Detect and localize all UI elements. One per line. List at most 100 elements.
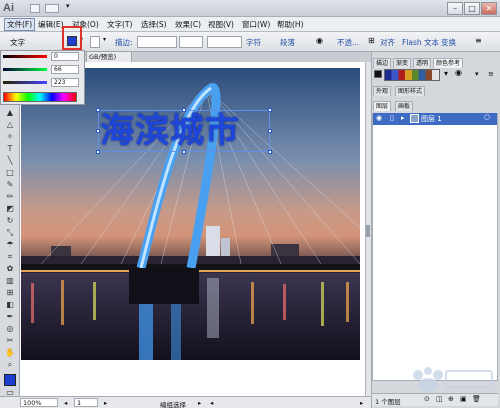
transform-link[interactable]: 变换 [441, 37, 456, 48]
rectangle-tool-icon[interactable]: □ [4, 168, 16, 178]
visibility-eye-icon[interactable]: ◉ [376, 114, 382, 122]
harmony-dropdown-icon[interactable]: ▾ [444, 69, 448, 78]
style-dropdown[interactable] [179, 36, 203, 48]
menu-effect[interactable]: 效果(C) [175, 19, 201, 30]
menu-file[interactable]: 文件(F) [4, 18, 36, 31]
stroke-weight-field[interactable] [137, 36, 177, 48]
free-transform-tool-icon[interactable]: ⌗ [4, 252, 16, 262]
fill-color-icon[interactable] [4, 374, 16, 386]
menu-help[interactable]: 帮助(H) [277, 19, 304, 30]
green-value[interactable]: 66 [51, 65, 79, 74]
warp-tool-icon[interactable]: ☂ [4, 240, 16, 250]
color-spectrum-bar[interactable] [3, 92, 77, 102]
gradient-tool-icon[interactable]: ◧ [4, 300, 16, 310]
hand-tool-icon[interactable]: ✋ [4, 348, 16, 358]
brush-tool-icon[interactable]: ✎ [4, 180, 16, 190]
arrange-docs-icon[interactable] [45, 4, 59, 13]
menu-type[interactable]: 文字(T) [107, 19, 132, 30]
pencil-tool-icon[interactable]: ✏ [4, 192, 16, 202]
red-value[interactable]: 0 [51, 52, 79, 61]
status-menu-icon[interactable]: ▸ [198, 399, 201, 407]
document-tab[interactable]: GB/预览) [86, 51, 132, 62]
rotate-tool-icon[interactable]: ↻ [4, 216, 16, 226]
menu-select[interactable]: 选择(S) [141, 19, 167, 30]
lock-toggle-icon[interactable]: ▯ [390, 114, 394, 122]
blend-tool-icon[interactable]: ◎ [4, 324, 16, 334]
base-color-swatch[interactable] [374, 70, 382, 78]
tab-layers[interactable]: 图层 [373, 101, 392, 111]
line-tool-icon[interactable]: ╲ [4, 156, 16, 166]
opacity-link[interactable]: 不透... [337, 37, 359, 48]
trash-icon[interactable]: 🗑 [472, 395, 481, 403]
blue-value[interactable]: 223 [51, 78, 79, 87]
panel-menu-icon[interactable]: ≡ [488, 70, 494, 78]
layer-name[interactable]: 图层 1 [421, 114, 442, 124]
blue-slider[interactable] [3, 81, 47, 84]
tab-color-guide[interactable]: 颜色参考 [433, 58, 464, 68]
red-slider[interactable] [3, 55, 47, 58]
selection-handle[interactable] [182, 108, 186, 112]
zoom-tool-icon[interactable]: ⌕ [4, 360, 16, 370]
menu-window[interactable]: 窗口(W) [242, 19, 270, 30]
stroke-color-swatch[interactable] [90, 36, 100, 48]
selection-handle[interactable] [182, 150, 186, 154]
magic-wand-tool-icon[interactable]: ✧ [4, 132, 16, 142]
graph-tool-icon[interactable]: ▥ [4, 276, 16, 286]
zoom-field[interactable]: 100% [20, 398, 58, 407]
eraser-tool-icon[interactable]: ◩ [4, 204, 16, 214]
target-circle-icon[interactable]: ○ [484, 113, 490, 121]
direct-select-tool-icon[interactable]: △ [4, 120, 16, 130]
selection-handle[interactable] [96, 129, 100, 133]
selection-handle[interactable] [268, 150, 272, 154]
tab-gradient[interactable]: 渐变 [393, 58, 412, 68]
scissors-tool-icon[interactable]: ✂ [4, 336, 16, 346]
clipping-mask-icon[interactable]: ◫ [436, 395, 443, 403]
flash-text-link[interactable]: Flash 文本 [402, 37, 439, 48]
para-panel-link[interactable]: 段落 [280, 37, 295, 48]
selection-handle[interactable] [96, 150, 100, 154]
scale-tool-icon[interactable]: ⤡ [4, 228, 16, 238]
tab-graphic-styles[interactable]: 图形样式 [395, 86, 426, 96]
type-tool-icon[interactable]: T [4, 144, 16, 154]
align-icon[interactable]: ⊞ [368, 36, 375, 45]
close-button[interactable]: ✕ [481, 2, 497, 15]
page-field[interactable]: 1 [74, 398, 98, 407]
bridge-icon[interactable] [30, 4, 40, 13]
tab-artboards[interactable]: 画板 [395, 101, 414, 111]
tab-transparency[interactable]: 透明 [413, 58, 432, 68]
chevron-down-icon[interactable]: ▾ [475, 70, 479, 78]
locate-object-icon[interactable]: ⊙ [424, 395, 430, 403]
chevron-down-icon[interactable]: ▾ [66, 2, 70, 10]
menu-view[interactable]: 视图(V) [208, 19, 234, 30]
green-slider[interactable] [3, 68, 47, 71]
mesh-tool-icon[interactable]: ⊞ [4, 288, 16, 298]
chevron-down-icon[interactable]: ▾ [103, 36, 106, 43]
recolor-icon[interactable]: ◉ [316, 36, 323, 45]
prev-page-icon[interactable]: ◂ [64, 399, 67, 407]
eyedropper-tool-icon[interactable]: ✒ [4, 312, 16, 322]
color-guide-swatches[interactable] [384, 69, 440, 81]
tab-appearance[interactable]: 外观 [373, 86, 392, 96]
align-link[interactable]: 对齐 [380, 37, 395, 48]
selection-handle[interactable] [268, 129, 272, 133]
selection-handle[interactable] [268, 108, 272, 112]
scroll-left-icon[interactable]: ◂ [210, 399, 213, 407]
menu-edit[interactable]: 编辑(E) [38, 19, 64, 30]
selection-tool-icon[interactable]: ▲ [4, 108, 16, 118]
tab-stroke[interactable]: 描边 [373, 58, 392, 68]
new-sublayer-icon[interactable]: ⊕ [448, 395, 454, 403]
panel-menu-icon[interactable]: ≡ [475, 36, 482, 45]
stroke-label[interactable]: 描边: [115, 37, 133, 48]
next-page-icon[interactable]: ▸ [104, 399, 107, 407]
selection-handle[interactable] [96, 108, 100, 112]
scrollbar-thumb[interactable] [366, 225, 370, 237]
expand-arrow-icon[interactable]: ▸ [401, 114, 405, 122]
recolor-artwork-icon[interactable]: ◉ [455, 68, 462, 77]
minimize-button[interactable]: – [447, 2, 463, 15]
maximize-button[interactable]: □ [464, 2, 480, 15]
scroll-right-icon[interactable]: ▸ [360, 399, 363, 407]
symbol-tool-icon[interactable]: ✿ [4, 264, 16, 274]
font-family-field[interactable] [207, 36, 242, 48]
char-panel-link[interactable]: 字符 [246, 37, 261, 48]
new-layer-icon[interactable]: ▣ [460, 395, 467, 403]
